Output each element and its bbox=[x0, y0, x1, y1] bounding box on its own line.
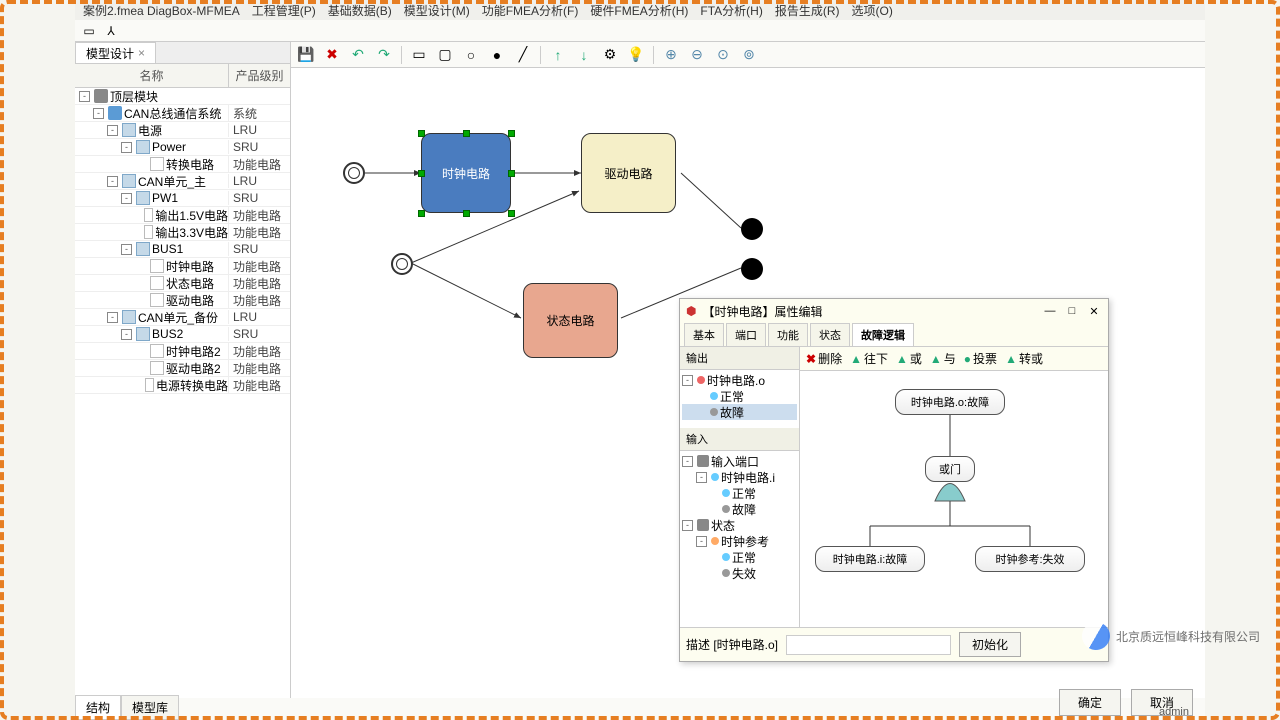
collapse-icon[interactable]: ▭ bbox=[81, 23, 97, 39]
fault-toolbar: ✖删除 ▲往下 ▲或 ▲与 ●投票 ▲转或 bbox=[800, 347, 1108, 371]
menu-item[interactable]: 工程管理(P) bbox=[252, 2, 316, 18]
circle-icon[interactable]: ○ bbox=[462, 46, 480, 64]
status-user: admin bbox=[1159, 706, 1189, 718]
menu-item[interactable]: 模型设计(M) bbox=[404, 2, 470, 18]
dialog-left-panel: 输出 -时钟电路.o 正常 故障 输入 -输入端口 -时钟电路.i 正常 bbox=[680, 347, 800, 627]
left-bottom-tabs: 结构 模型库 bbox=[75, 695, 179, 720]
minimize-icon[interactable]: — bbox=[1042, 304, 1058, 318]
watermark: 北京质远恒峰科技有限公司 bbox=[1082, 622, 1260, 650]
transfer-button[interactable]: ▲转或 bbox=[1005, 350, 1043, 367]
and-button[interactable]: ▲与 bbox=[930, 350, 956, 367]
fault-tree-canvas[interactable]: 时钟电路.o:故障 或门 时钟电路.i:故障 时钟参考:失效 bbox=[800, 371, 1108, 627]
delete-icon[interactable]: ✖ bbox=[323, 46, 341, 64]
fault-left-node[interactable]: 时钟电路.i:故障 bbox=[815, 546, 925, 572]
menu-item[interactable]: FTA分析(H) bbox=[700, 2, 762, 18]
start-node[interactable] bbox=[343, 162, 365, 184]
zoom-fit-icon[interactable]: ⊙ bbox=[714, 46, 732, 64]
dialog-titlebar[interactable]: ⬢ 【时钟电路】属性编辑 — □ ✕ bbox=[680, 299, 1108, 323]
output-tree[interactable]: -时钟电路.o 正常 故障 bbox=[680, 370, 799, 428]
fault-right-node[interactable]: 时钟参考:失效 bbox=[975, 546, 1085, 572]
section-input: 输入 bbox=[680, 428, 799, 451]
zoom-out-icon[interactable]: ⊖ bbox=[688, 46, 706, 64]
start-node-2[interactable] bbox=[391, 253, 413, 275]
menu-item[interactable]: 基础数据(B) bbox=[328, 2, 392, 18]
line-icon[interactable]: ╱ bbox=[514, 46, 532, 64]
round-rect-icon[interactable]: ▢ bbox=[436, 46, 454, 64]
left-tab-bar: 模型设计 × bbox=[75, 42, 290, 64]
cube-icon: ⬢ bbox=[686, 304, 696, 318]
tab-model-design[interactable]: 模型设计 × bbox=[75, 42, 156, 63]
tab-structure[interactable]: 结构 bbox=[75, 695, 121, 720]
end-node-2[interactable] bbox=[741, 258, 763, 280]
fault-gate-node[interactable]: 或门 bbox=[925, 456, 975, 482]
menu-item[interactable]: 功能FMEA分析(F) bbox=[482, 2, 579, 18]
section-output: 输出 bbox=[680, 347, 799, 370]
hierarchy-icon[interactable]: ⅄ bbox=[103, 23, 119, 39]
logo-icon bbox=[1077, 617, 1115, 655]
dialog-tabs: 基本 端口 功能 状态 故障逻辑 bbox=[680, 323, 1108, 347]
title-fragment: 案例2.fmea DiagBox-MFMEA bbox=[83, 2, 240, 18]
init-button[interactable]: 初始化 bbox=[959, 632, 1021, 657]
rect-icon[interactable]: ▭ bbox=[410, 46, 428, 64]
canvas-toolbar: 💾 ✖ ↶ ↷ ▭ ▢ ○ ● ╱ ↑ ↓ ⚙ 💡 ⊕ ⊖ ⊙ ⊚ bbox=[291, 42, 1205, 68]
property-dialog: ⬢ 【时钟电路】属性编辑 — □ ✕ 基本 端口 功能 状态 故障逻辑 bbox=[679, 298, 1109, 662]
tab-port[interactable]: 端口 bbox=[726, 323, 766, 346]
tab-fault-logic[interactable]: 故障逻辑 bbox=[852, 323, 914, 346]
close-icon[interactable]: ✕ bbox=[1086, 304, 1102, 318]
tab-basic[interactable]: 基本 bbox=[684, 323, 724, 346]
zoom-reset-icon[interactable]: ⊚ bbox=[740, 46, 758, 64]
zoom-in-icon[interactable]: ⊕ bbox=[662, 46, 680, 64]
arrow-down-icon[interactable]: ↓ bbox=[575, 46, 593, 64]
dialog-title: 【时钟电路】属性编辑 bbox=[702, 303, 822, 320]
filled-circle-icon[interactable]: ● bbox=[488, 46, 506, 64]
bulb-icon[interactable]: 💡 bbox=[627, 46, 645, 64]
save-icon[interactable]: 💾 bbox=[297, 46, 315, 64]
product-tree[interactable]: -顶层模块-CAN总线通信系统系统-电源LRU-PowerSRU转换电路功能电路… bbox=[75, 88, 290, 698]
tree-header: 名称 产品级别 bbox=[75, 64, 290, 88]
arrow-up-icon[interactable]: ↑ bbox=[549, 46, 567, 64]
menu-item[interactable]: 硬件FMEA分析(H) bbox=[590, 2, 688, 18]
input-tree[interactable]: -输入端口 -时钟电路.i 正常 故障 -状态 -时钟参考 正常 失效 bbox=[680, 451, 799, 627]
gear-icon[interactable]: ⚙ bbox=[601, 46, 619, 64]
vote-button[interactable]: ●投票 bbox=[964, 350, 997, 367]
menubar: 案例2.fmea DiagBox-MFMEA 工程管理(P) 基础数据(B) 模… bbox=[75, 0, 1205, 20]
menu-item[interactable]: 报告生成(R) bbox=[775, 2, 840, 18]
app-toolbar: ▭ ⅄ bbox=[75, 20, 1205, 42]
node-drive[interactable]: 驱动电路 bbox=[581, 133, 676, 213]
undo-icon[interactable]: ↶ bbox=[349, 46, 367, 64]
down-button[interactable]: ▲往下 bbox=[850, 350, 888, 367]
tab-function[interactable]: 功能 bbox=[768, 323, 808, 346]
close-icon[interactable]: × bbox=[138, 46, 145, 60]
ok-button[interactable]: 确定 bbox=[1059, 689, 1121, 716]
tab-library[interactable]: 模型库 bbox=[121, 695, 179, 720]
desc-label: 描述 [时钟电路.o] bbox=[686, 636, 778, 653]
maximize-icon[interactable]: □ bbox=[1064, 304, 1080, 318]
menu-item[interactable]: 选项(O) bbox=[852, 2, 893, 18]
dialog-bottom: 描述 [时钟电路.o] 初始化 bbox=[680, 627, 1108, 661]
delete-button[interactable]: ✖删除 bbox=[806, 350, 842, 367]
or-button[interactable]: ▲或 bbox=[896, 350, 922, 367]
redo-icon[interactable]: ↷ bbox=[375, 46, 393, 64]
desc-input[interactable] bbox=[786, 635, 951, 655]
node-state[interactable]: 状态电路 bbox=[523, 283, 618, 358]
end-node[interactable] bbox=[741, 218, 763, 240]
diagram-canvas[interactable]: 时钟电路 驱动电路 状态电路 ⬢ 【时钟电路】属性编辑 — □ ✕ bbox=[291, 68, 1205, 698]
tab-state[interactable]: 状态 bbox=[810, 323, 850, 346]
node-clock[interactable]: 时钟电路 bbox=[421, 133, 511, 213]
fault-top-node[interactable]: 时钟电路.o:故障 bbox=[895, 389, 1005, 415]
